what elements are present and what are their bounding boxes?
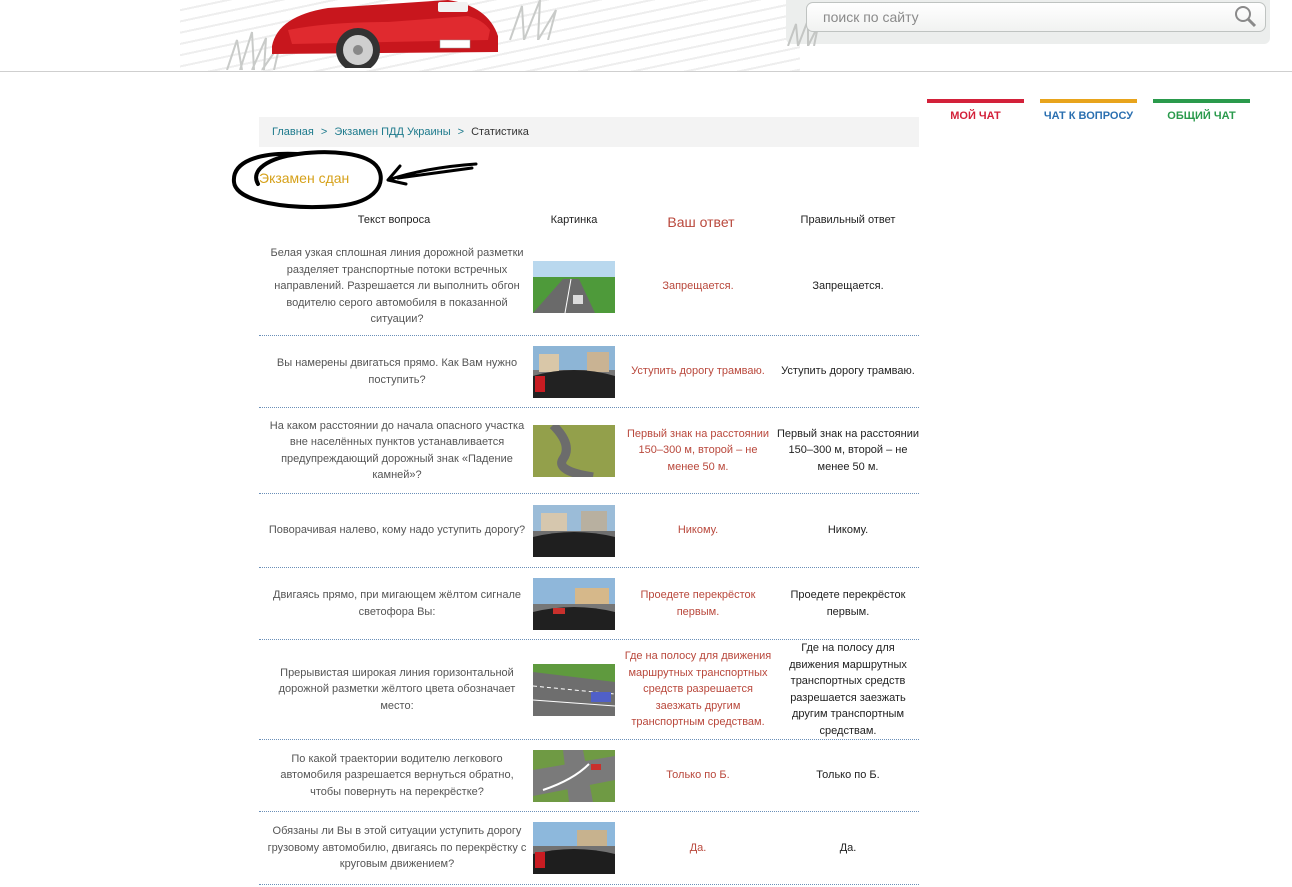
table-row: Белая узкая сплошная линия дорожной разм… [259, 238, 919, 336]
breadcrumb-exam-link[interactable]: Экзамен ПДД Украины [334, 126, 450, 138]
correct-answer: Только по Б. [816, 769, 880, 782]
breadcrumb-separator: > [457, 126, 465, 138]
your-answer: Только по Б. [666, 769, 730, 782]
road-scene-image [533, 577, 615, 630]
your-answer: Никому. [677, 524, 719, 537]
breadcrumb-home-link[interactable]: Главная [272, 126, 314, 138]
question-text: Вы намерены двигаться прямо. Как Вам нуж… [276, 357, 518, 386]
correct-answer: Первый знак на расстоянии 150–300 м, вто… [776, 427, 920, 473]
correct-answer: Запрещается. [812, 280, 884, 293]
your-answer: Уступить дорогу трамваю. [631, 365, 765, 378]
question-text: Прерывистая широкая линия горизонтальной… [278, 666, 516, 712]
your-answer: Где на полосу для движения маршрутных тр… [624, 650, 772, 729]
question-text: Белая узкая сплошная линия дорожной разм… [270, 247, 524, 326]
question-text: По какой траектории водителю легкового а… [280, 752, 514, 798]
road-scene-image [533, 424, 615, 477]
road-scene-image [533, 749, 615, 802]
table-row: Вы намерены двигаться прямо. Как Вам нуж… [259, 336, 919, 408]
question-text: Обязаны ли Вы в этой ситуации уступить д… [267, 825, 527, 871]
correct-answer: Уступить дорогу трамваю. [781, 365, 915, 378]
table-row: Прерывистая широкая линия горизонтальной… [259, 640, 919, 740]
road-scene-image [533, 345, 615, 398]
question-text: На каком расстоянии до начала опасного у… [269, 419, 525, 482]
table-row: По какой траектории водителю легкового а… [259, 740, 919, 812]
road-scene-image [533, 822, 615, 874]
grass-decoration [509, 0, 557, 40]
question-picture[interactable] [533, 238, 615, 335]
exam-status-title: Экзамен сдан [259, 170, 350, 186]
search-icon[interactable] [1233, 4, 1257, 28]
correct-answer: Да. [839, 841, 857, 854]
road-scene-image [533, 663, 615, 716]
car-image [272, 0, 498, 68]
your-answer: Первый знак на расстоянии 150–300 м, вто… [626, 427, 770, 473]
question-picture[interactable] [533, 640, 615, 739]
question-text: Двигаясь прямо, при мигающем жёлтом сигн… [273, 589, 521, 618]
question-picture[interactable] [533, 408, 615, 493]
correct-answer: Никому. [827, 524, 869, 537]
your-answer: Запрещается. [662, 280, 734, 293]
column-header-picture: Картинка [550, 214, 598, 226]
tab-general-chat[interactable]: ОБЩИЙ ЧАТ [1153, 99, 1250, 123]
question-picture[interactable] [533, 336, 615, 407]
road-scene-image [533, 260, 615, 313]
your-answer: Да. [689, 841, 707, 854]
correct-answer: Проедете перекрёсток первым. [790, 589, 906, 618]
column-header-correct-answer: Правильный ответ [800, 214, 896, 226]
question-picture[interactable] [533, 568, 615, 639]
table-row: На каком расстоянии до начала опасного у… [259, 408, 919, 494]
question-picture[interactable] [533, 812, 615, 884]
breadcrumb-current: Статистика [471, 126, 529, 138]
column-header-question: Текст вопроса [357, 214, 431, 226]
tab-my-chat[interactable]: МОЙ ЧАТ [927, 99, 1024, 123]
question-text: Поворачивая налево, кому надо уступить д… [268, 524, 526, 537]
breadcrumb: Главная > Экзамен ПДД Украины > Статистика [259, 117, 919, 147]
table-row: Обязаны ли Вы в этой ситуации уступить д… [259, 812, 919, 885]
road-scene-image [533, 504, 615, 557]
question-picture[interactable] [533, 494, 615, 567]
question-picture[interactable] [533, 740, 615, 811]
column-header-your-answer: Ваш ответ [667, 214, 735, 230]
correct-answer: Где на полосу для движения маршрутных тр… [789, 642, 907, 737]
table-row: Двигаясь прямо, при мигающем жёлтом сигн… [259, 568, 919, 640]
search-input[interactable] [806, 2, 1266, 32]
table-row: Поворачивая налево, кому надо уступить д… [259, 494, 919, 568]
your-answer: Проедете перекрёсток первым. [640, 589, 756, 618]
breadcrumb-separator: > [320, 126, 328, 138]
tab-question-chat[interactable]: ЧАТ К ВОПРОСУ [1040, 99, 1137, 123]
site-header [0, 0, 1292, 72]
